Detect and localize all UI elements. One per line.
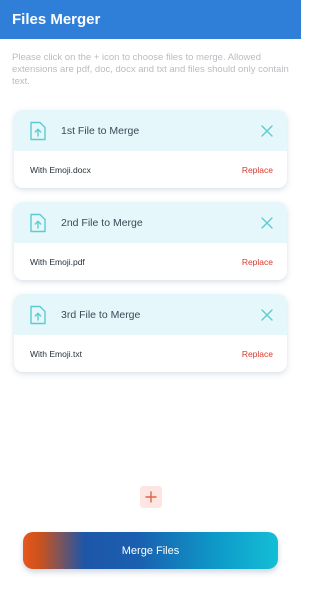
app-bar: Files Merger bbox=[0, 0, 301, 39]
instructions-text: Please click on the + icon to choose fil… bbox=[12, 52, 289, 87]
close-icon[interactable] bbox=[259, 123, 274, 138]
file-card-title: 3rd File to Merge bbox=[61, 308, 141, 321]
add-file-button[interactable] bbox=[140, 486, 162, 508]
file-upload-icon bbox=[30, 305, 46, 324]
file-card-header: 3rd File to Merge bbox=[14, 294, 287, 335]
file-card-body: With Emoji.txt Replace bbox=[14, 335, 287, 372]
file-card-title: 2nd File to Merge bbox=[61, 216, 143, 229]
file-name: With Emoji.pdf bbox=[30, 256, 85, 267]
file-name: With Emoji.docx bbox=[30, 164, 91, 175]
file-upload-icon bbox=[30, 121, 46, 140]
replace-button[interactable]: Replace bbox=[242, 257, 273, 267]
plus-icon bbox=[145, 491, 157, 503]
file-card-title: 1st File to Merge bbox=[61, 124, 140, 137]
app-title: Files Merger bbox=[12, 11, 101, 28]
file-card-header: 1st File to Merge bbox=[14, 110, 287, 151]
close-icon[interactable] bbox=[259, 215, 274, 230]
file-card-body: With Emoji.docx Replace bbox=[14, 151, 287, 188]
file-card-3: 3rd File to Merge With Emoji.txt Replace bbox=[14, 294, 287, 372]
file-card-header: 2nd File to Merge bbox=[14, 202, 287, 243]
replace-button[interactable]: Replace bbox=[242, 349, 273, 359]
file-card-body: With Emoji.pdf Replace bbox=[14, 243, 287, 280]
close-icon[interactable] bbox=[259, 307, 274, 322]
file-name: With Emoji.txt bbox=[30, 348, 82, 359]
replace-button[interactable]: Replace bbox=[242, 165, 273, 175]
file-card-1: 1st File to Merge With Emoji.docx Replac… bbox=[14, 110, 287, 188]
file-card-2: 2nd File to Merge With Emoji.pdf Replace bbox=[14, 202, 287, 280]
merge-files-label: Merge Files bbox=[121, 544, 180, 557]
file-upload-icon bbox=[30, 213, 46, 232]
merge-files-button[interactable]: Merge Files bbox=[23, 532, 278, 569]
